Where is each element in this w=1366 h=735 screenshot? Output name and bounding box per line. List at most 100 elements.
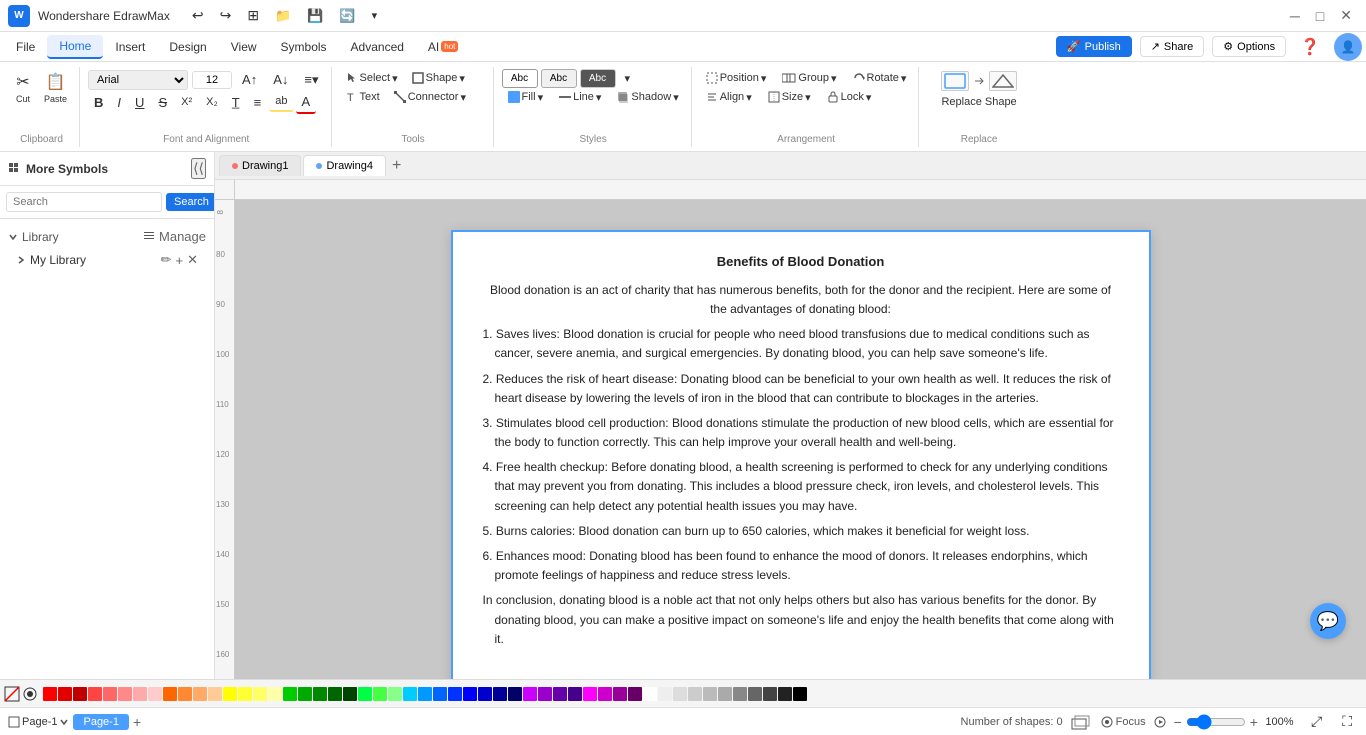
color-swatch[interactable] [328,687,342,701]
color-swatch[interactable] [373,687,387,701]
italic-button[interactable]: I [111,92,127,113]
fit-page-button[interactable]: ⤢ [1305,710,1328,733]
rotate-button[interactable]: Rotate▾ [847,69,913,88]
color-swatch[interactable] [193,687,207,701]
replace-shape-button[interactable]: Replace Shape [935,93,1022,111]
color-swatch[interactable] [463,687,477,701]
align-button[interactable]: ≡▾ [298,69,324,91]
color-swatch[interactable] [223,687,237,701]
menu-item-design[interactable]: Design [157,36,218,58]
document-canvas[interactable]: Benefits of Blood Donation Blood donatio… [451,230,1151,679]
redo-button[interactable]: ↪ [214,4,238,27]
color-swatch[interactable] [538,687,552,701]
color-swatch[interactable] [508,687,522,701]
fullscreen-button[interactable]: ⛶ [1336,710,1358,733]
menu-item-symbols[interactable]: Symbols [269,36,339,58]
color-swatch[interactable] [163,687,177,701]
color-swatch[interactable] [733,687,747,701]
quick-access-button[interactable]: ▾ [366,4,384,27]
tab-drawing4[interactable]: Drawing4 [303,155,385,176]
list-button[interactable]: ≡ [248,92,268,113]
color-swatch[interactable] [493,687,507,701]
my-library-delete-button[interactable]: ✕ [187,252,198,268]
font-family-select[interactable]: Arial [88,70,188,90]
color-swatch[interactable] [388,687,402,701]
zoom-out-button[interactable]: − [1174,714,1182,730]
strikethrough-button[interactable]: S [152,92,173,113]
align-button2[interactable]: Align▾ [700,88,758,107]
manage-button[interactable]: Manage [159,229,206,244]
subscript-button[interactable]: X₂ [200,93,224,111]
color-swatch[interactable] [118,687,132,701]
font-decrease-button[interactable]: A↓ [267,69,294,90]
color-swatch[interactable] [178,687,192,701]
color-swatch[interactable] [358,687,372,701]
menu-item-home[interactable]: Home [47,35,103,59]
color-swatch[interactable] [628,687,642,701]
current-page-tab[interactable]: Page-1 [73,714,128,730]
color-swatch[interactable] [283,687,297,701]
close-button[interactable]: ✕ [1334,5,1358,26]
menu-item-file[interactable]: File [4,36,47,58]
color-swatch[interactable] [553,687,567,701]
line-button[interactable]: Line▾ [553,88,607,107]
color-swatch[interactable] [418,687,432,701]
color-swatch[interactable] [598,687,612,701]
add-tab-button[interactable]: + [388,157,405,175]
color-swatch[interactable] [313,687,327,701]
menu-item-ai[interactable]: AI hot [416,36,470,58]
shadow-button[interactable]: Shadow▾ [611,88,684,107]
color-swatch[interactable] [448,687,462,701]
menu-item-insert[interactable]: Insert [103,36,157,58]
color-swatch[interactable] [73,687,87,701]
save-button[interactable]: 💾 [301,4,329,27]
position-button[interactable]: Position▾ [700,69,773,88]
bg-color-button[interactable]: ab [269,92,293,112]
undo-button[interactable]: ↩ [186,4,210,27]
color-swatch[interactable] [583,687,597,701]
lock-button[interactable]: Lock▾ [821,88,878,107]
color-swatch[interactable] [748,687,762,701]
library-header[interactable]: Library Manage [8,225,206,248]
color-swatch[interactable] [778,687,792,701]
new-button[interactable]: ⊞ [241,4,265,27]
my-library-edit-button[interactable]: ✏ [161,252,172,268]
color-swatch[interactable] [133,687,147,701]
sidebar-collapse-button[interactable]: ⟨⟨ [191,158,206,179]
color-swatch[interactable] [403,687,417,701]
color-swatch[interactable] [298,687,312,701]
search-input[interactable] [6,192,162,212]
options-button[interactable]: ⚙ Options [1212,36,1286,57]
page-menu-button[interactable]: Page-1 [8,716,69,728]
color-swatch[interactable] [148,687,162,701]
font-size-input[interactable] [192,71,232,89]
canvas-scroll[interactable]: Benefits of Blood Donation Blood donatio… [235,200,1366,679]
menu-item-advanced[interactable]: Advanced [339,36,416,58]
text-style-button[interactable]: T̲ [226,92,246,113]
shape-style-1[interactable]: Abc [502,69,538,88]
color-swatch[interactable] [238,687,252,701]
bold-button[interactable]: B [88,92,109,113]
search-button[interactable]: Search [166,193,215,211]
color-swatch[interactable] [643,687,657,701]
shape-style-3[interactable]: Abc [580,69,616,88]
color-swatch[interactable] [253,687,267,701]
color-swatch[interactable] [58,687,72,701]
paste-button[interactable]: 📋Paste [38,69,73,107]
color-swatch[interactable] [673,687,687,701]
color-swatch[interactable] [703,687,717,701]
tab-drawing1[interactable]: Drawing1 [219,155,301,176]
size-button[interactable]: Size▾ [762,88,817,107]
shape-style-2[interactable]: Abc [541,69,577,88]
color-swatch[interactable] [793,687,807,701]
connector-button[interactable]: Connector▾ [388,88,472,107]
open-button[interactable]: 📁 [269,4,297,27]
text-button[interactable]: T Text [340,88,386,106]
cut-button[interactable]: ✂Cut [10,69,36,107]
chat-bubble[interactable]: 💬 [1310,603,1346,639]
color-swatch[interactable] [718,687,732,701]
minimize-button[interactable]: ─ [1284,5,1306,26]
share-button[interactable]: ↗ Share [1140,36,1205,57]
underline-button[interactable]: U [129,92,150,113]
color-swatch[interactable] [523,687,537,701]
